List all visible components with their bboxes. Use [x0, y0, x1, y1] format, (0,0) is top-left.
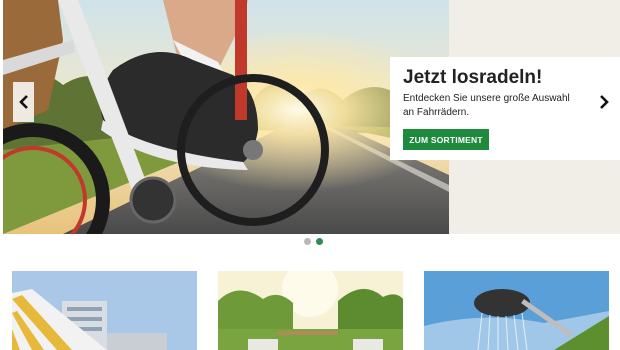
chevron-right-icon — [599, 95, 609, 109]
shower-image — [424, 271, 609, 350]
teaser-card-garden[interactable] — [218, 271, 403, 350]
hero-slider: Jetzt losradeln! Entdecken Sie unsere gr… — [3, 0, 620, 234]
teaser-card-awning[interactable] — [12, 271, 197, 350]
hero-promo-box: Jetzt losradeln! Entdecken Sie unsere gr… — [390, 57, 620, 160]
hero-image — [3, 0, 449, 234]
teaser-card-shower[interactable] — [424, 271, 609, 350]
hero-title: Jetzt losradeln! — [403, 67, 543, 88]
awning-image — [12, 271, 197, 350]
slider-dot-2[interactable] — [316, 238, 323, 245]
chevron-left-icon — [18, 95, 28, 109]
slider-dot-1[interactable] — [304, 238, 311, 245]
garden-image — [218, 271, 403, 350]
hero-description: Entdecken Sie unsere große Auswahl an Fa… — [403, 93, 570, 118]
slider-next-button[interactable] — [593, 82, 614, 122]
slider-pagination — [304, 238, 323, 245]
slider-prev-button[interactable] — [13, 82, 34, 122]
shop-now-button[interactable]: ZUM SORTIMENT — [403, 129, 489, 150]
